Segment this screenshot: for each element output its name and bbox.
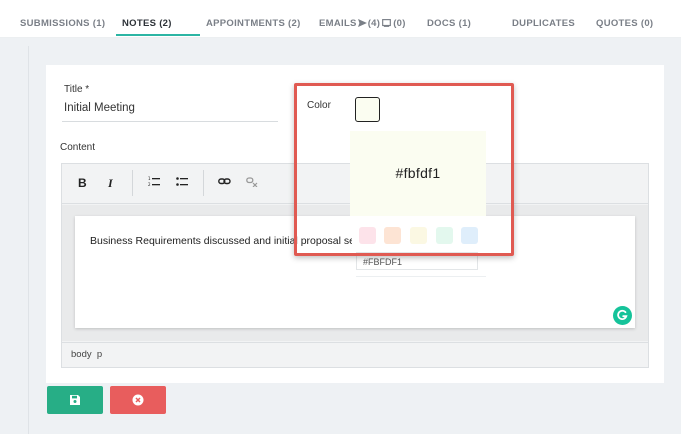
title-label: Title * [64,84,90,95]
active-tab-indicator [116,34,200,36]
bullet-list-icon [176,177,188,186]
tab-count: (1) [92,18,106,29]
svg-text:2: 2 [148,182,151,187]
grammarly-icon[interactable] [613,306,632,325]
title-input-underline [62,121,278,122]
tab-label: QUOTES [596,18,638,29]
save-icon [70,395,80,405]
close-icon [132,394,144,406]
remove-link-button[interactable] [246,176,259,190]
tab-duplicates[interactable]: DUPLICATES [512,18,575,29]
ordered-list-button[interactable]: 12 [148,176,160,190]
ordered-list-icon: 12 [148,176,160,187]
tab-count: (2) [159,18,172,29]
save-button[interactable] [47,386,103,414]
content-label: Content [60,142,96,153]
tab-quotes[interactable]: QUOTES (0) [596,18,653,29]
tab-label: SUBMISSIONS [20,18,90,29]
tab-docs[interactable]: DOCS (1) [427,18,471,29]
tab-label: NOTES [122,18,157,29]
unlink-icon [246,177,258,188]
panel-border [28,46,29,434]
tab-label: EMAILS [319,18,357,29]
tab-count: (0) [640,18,654,29]
link-icon [218,178,231,185]
tab-submissions[interactable]: SUBMISSIONS (1) [20,18,105,29]
bold-button[interactable]: B [78,176,87,190]
toolbar-separator [132,170,133,196]
tab-notes[interactable]: NOTES (2) [122,18,172,29]
cancel-button[interactable] [110,386,166,414]
title-input[interactable]: Initial Meeting [64,102,135,114]
tab-appointments[interactable]: APPOINTMENTS (2) [206,18,301,29]
italic-button[interactable]: I [108,176,113,190]
tab-label: DOCS [427,18,456,29]
tab-bar: SUBMISSIONS (1) NOTES (2) APPOINTMENTS (… [0,0,681,38]
tab-count: (1) [458,18,472,29]
tab-label: APPOINTMENTS [206,18,286,29]
toolbar-separator [203,170,204,196]
tab-label: DUPLICATES [512,18,575,29]
element-path: body p [71,349,103,360]
inbox-icon [382,19,392,27]
highlight-annotation [294,83,514,256]
tab-count: (4) [367,18,381,29]
svg-text:1: 1 [148,176,151,181]
editor-statusbar [62,342,648,367]
picker-divider [356,276,486,277]
tab-count: (0) [393,18,406,29]
tab-count: (2) [288,18,301,29]
tab-emails[interactable]: EMAILS (4) (0) [319,18,406,29]
send-icon [357,19,367,27]
insert-link-button[interactable] [218,176,231,190]
bullet-list-button[interactable] [176,176,188,190]
